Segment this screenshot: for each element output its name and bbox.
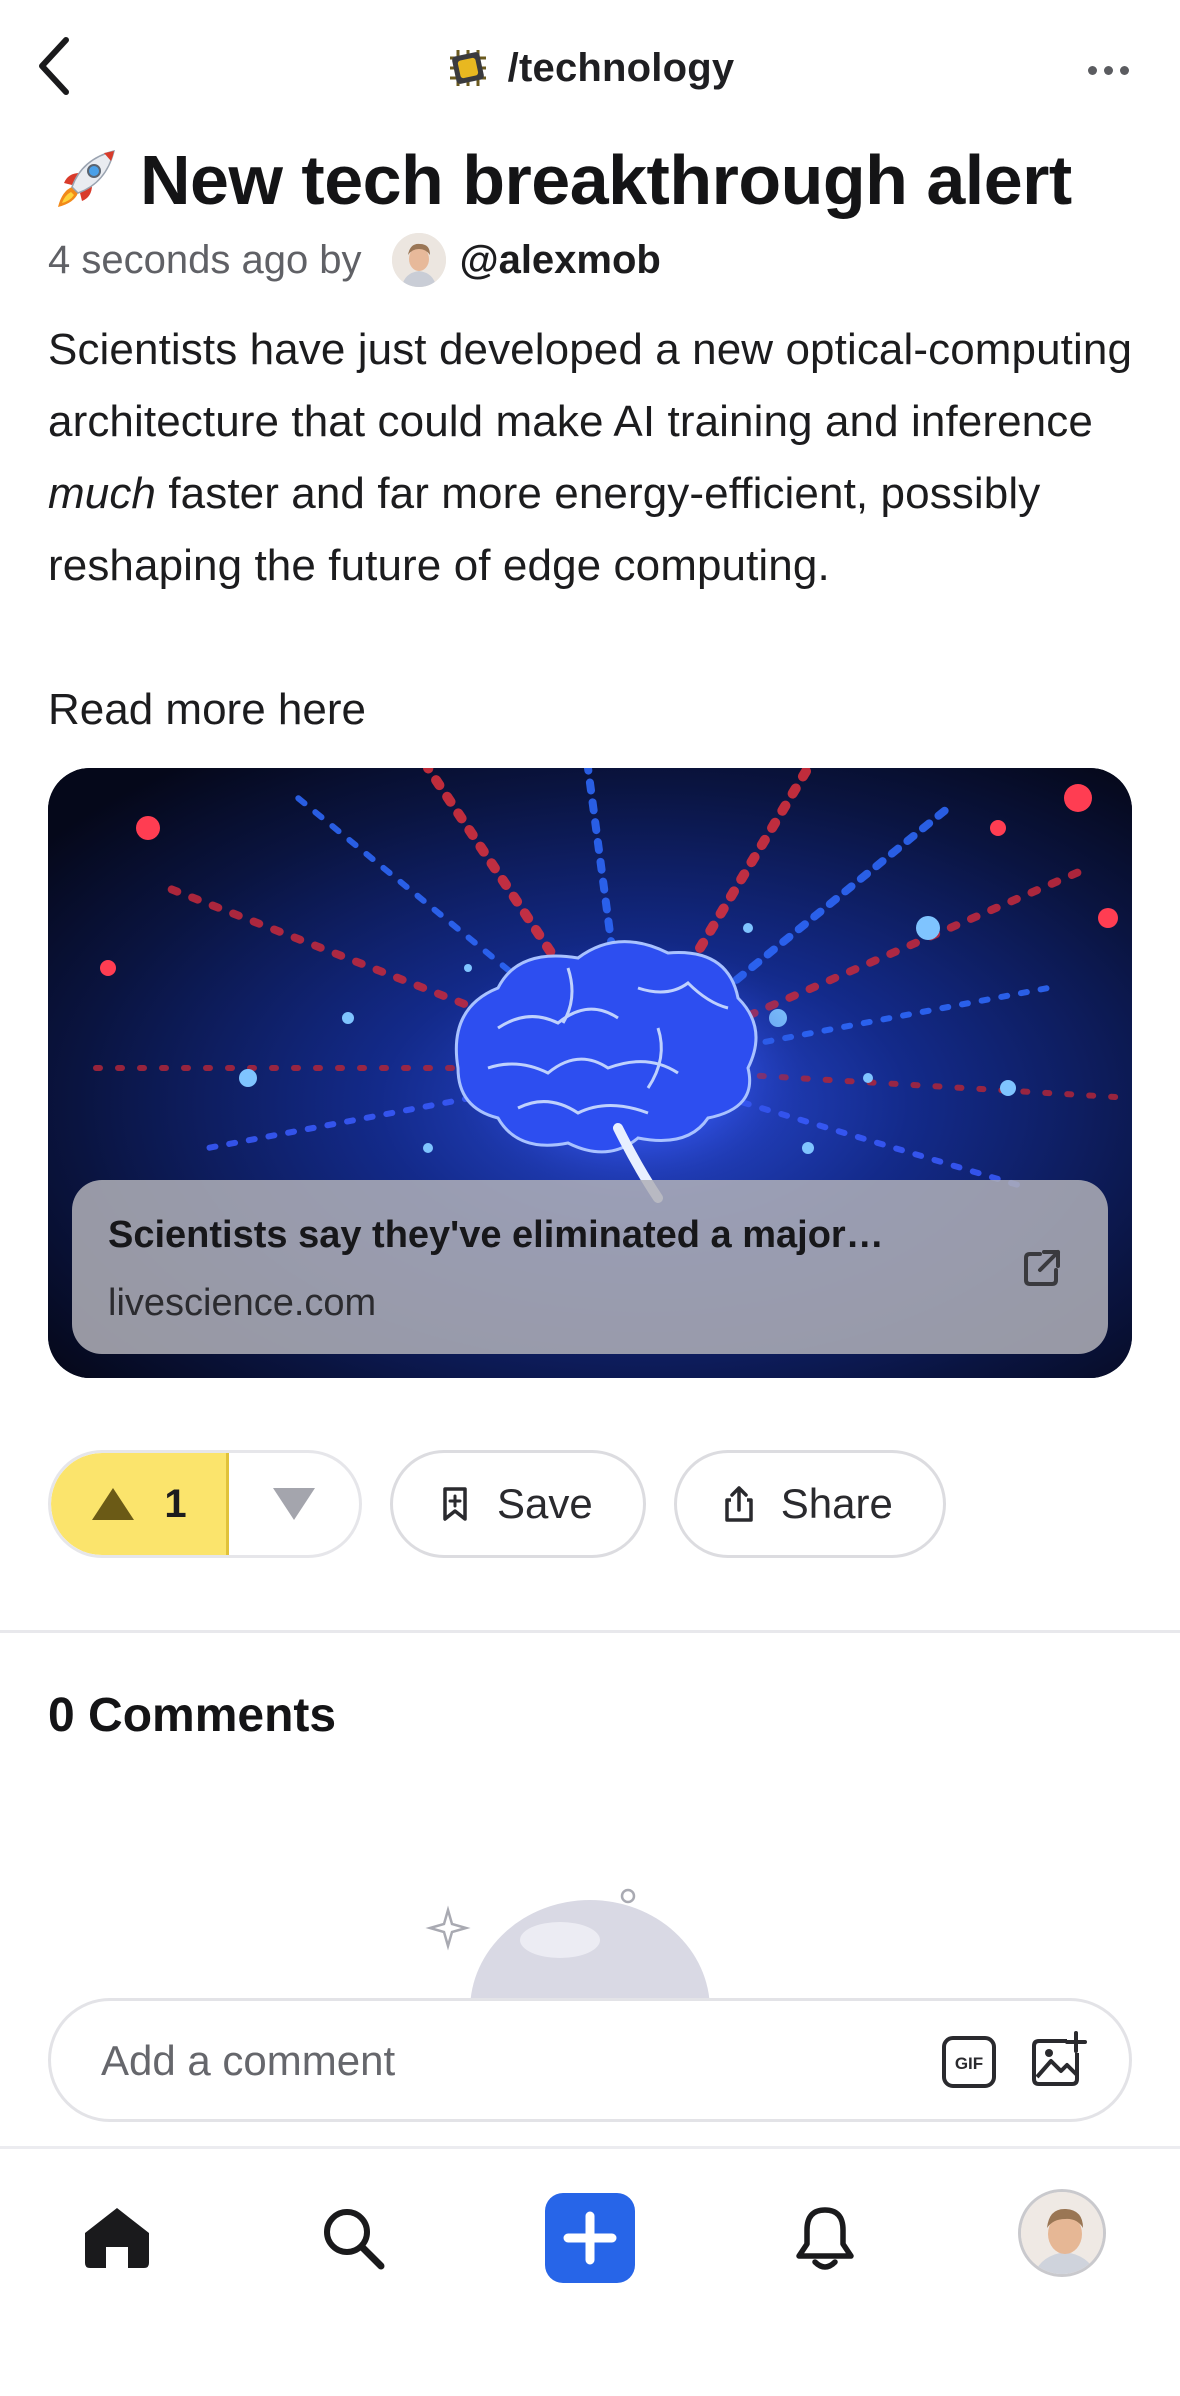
plus-icon <box>563 2211 617 2265</box>
rocket-icon <box>58 149 116 207</box>
share-label: Share <box>780 1480 893 1527</box>
emphasis-text: much <box>48 469 156 518</box>
section-divider <box>0 1630 1180 1633</box>
gif-icon[interactable]: GIF <box>941 2035 997 2089</box>
comments-count-heading: 0 Comments <box>48 1689 337 1742</box>
share-button[interactable]: Share <box>673 1450 946 1558</box>
share-icon <box>724 1486 753 1522</box>
microchip-icon <box>449 50 486 86</box>
link-domain: livescience.com <box>108 1282 377 1324</box>
external-link-icon <box>1024 1250 1060 1286</box>
upvote-count: 1 <box>164 1481 187 1526</box>
comment-input[interactable]: Add a comment GIF <box>48 1998 1132 2122</box>
more-options-button[interactable] <box>1080 50 1136 90</box>
nav-profile-avatar[interactable] <box>1018 2189 1106 2277</box>
link-preview-card[interactable]: Scientists say they've eliminated a majo… <box>48 768 1132 1378</box>
post-meta: 4 seconds ago by @alexmob <box>48 232 661 288</box>
bell-icon <box>796 2207 854 2270</box>
empty-comments-illustration <box>425 1888 710 2000</box>
post-title: New tech breakthrough alert <box>48 140 1148 220</box>
read-more-text[interactable]: Read more here <box>48 674 366 746</box>
post-body: Scientists have just developed a new opt… <box>48 325 1133 590</box>
community-link[interactable]: /technology <box>0 40 1180 96</box>
nav-search[interactable] <box>308 2193 398 2283</box>
home-icon <box>85 2208 149 2268</box>
nav-create-button[interactable] <box>545 2193 635 2283</box>
upvote-button[interactable]: 1 <box>51 1453 229 1555</box>
author-username[interactable]: @alexmob <box>460 238 661 283</box>
bottom-navigation <box>0 2146 1180 2396</box>
save-label: Save <box>497 1480 593 1527</box>
upvote-arrow-icon <box>92 1488 135 1520</box>
post-time: 4 seconds ago by <box>48 237 362 282</box>
link-info-overlay[interactable]: Scientists say they've eliminated a majo… <box>72 1180 1108 1354</box>
save-button[interactable]: Save <box>390 1450 646 1558</box>
nav-notifications[interactable] <box>780 2193 870 2283</box>
link-title: Scientists say they've eliminated a majo… <box>108 1214 884 1256</box>
vote-control: 1 <box>48 1450 362 1558</box>
nav-home[interactable] <box>72 2193 162 2283</box>
community-name[interactable]: /technology <box>508 46 735 91</box>
comment-placeholder: Add a comment <box>101 2037 396 2084</box>
bookmark-icon <box>443 1487 467 1521</box>
add-image-icon[interactable] <box>1029 2031 1087 2089</box>
downvote-arrow-icon <box>273 1488 315 1520</box>
downvote-button[interactable] <box>229 1453 359 1555</box>
search-icon <box>324 2209 385 2270</box>
author-avatar[interactable] <box>391 233 446 287</box>
post-title-text: New tech breakthrough alert <box>140 141 1072 219</box>
more-dots-icon <box>1087 65 1097 75</box>
svg-text:GIF: GIF <box>955 2054 983 2073</box>
post-actions: 1 Save Share <box>48 1450 946 1558</box>
top-bar: /technology <box>0 0 1180 136</box>
